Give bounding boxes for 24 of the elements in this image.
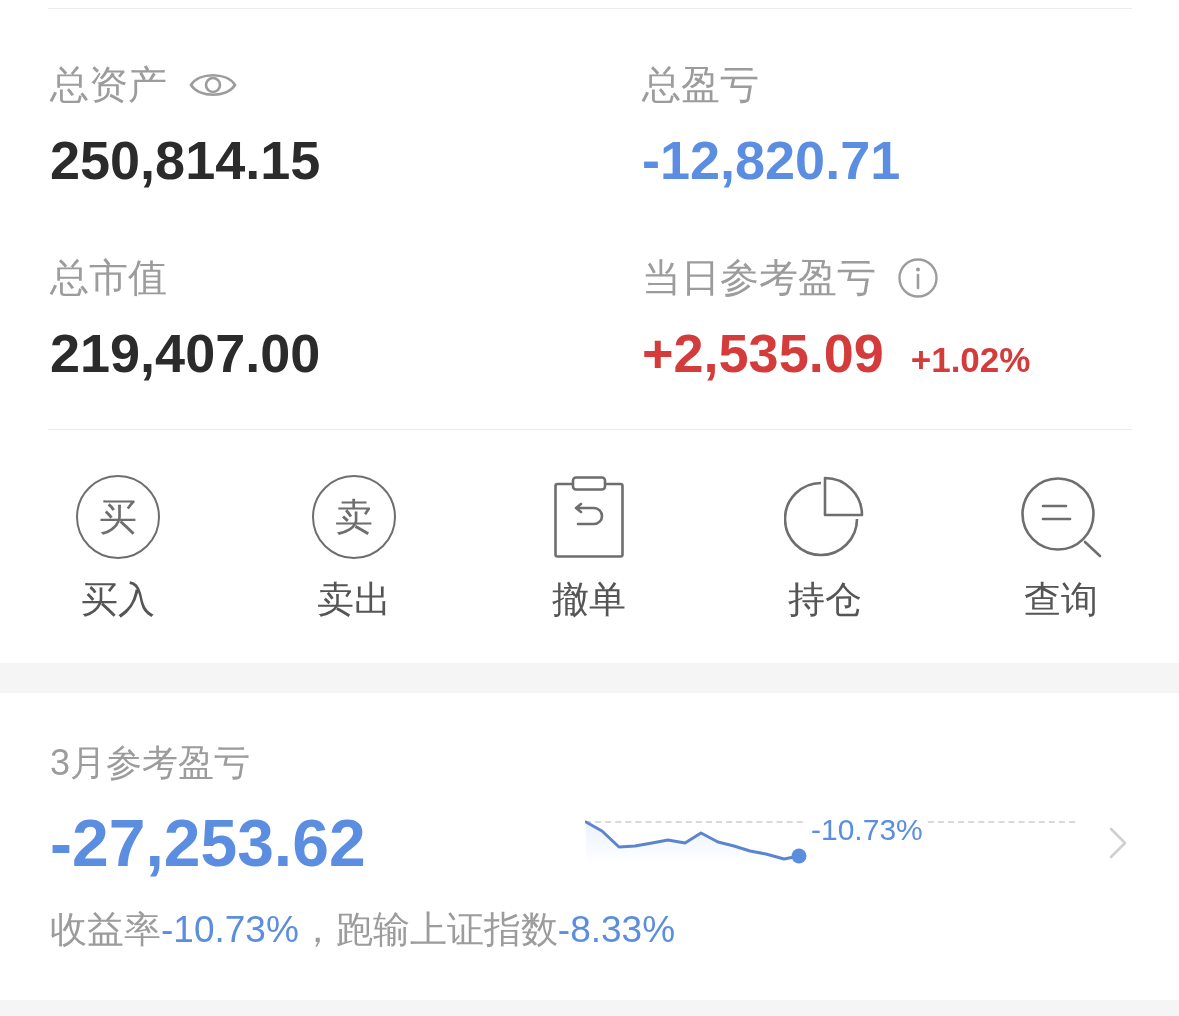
positions-button[interactable]: 持仓 — [784, 474, 867, 622]
stat-label: 当日参考盈亏 — [642, 255, 876, 301]
stat-label: 总市值 — [50, 255, 167, 301]
stat-value: 219,407.00 — [50, 322, 321, 384]
monthly-pnl-value: -27,253.62 — [50, 805, 366, 881]
chevron-right-icon — [1108, 827, 1128, 859]
card-title: 3月参考盈亏 — [50, 741, 251, 785]
stat-label: 总资产 — [50, 62, 167, 108]
sell-character-icon: 卖 — [311, 475, 396, 559]
stat-value: +2,535.09 — [642, 322, 884, 384]
stat-label: 总盈亏 — [642, 62, 759, 108]
buy-button[interactable]: 买 买入 — [75, 474, 160, 622]
return-summary: 收益率-10.73%，跑输上证指数-8.33% — [50, 908, 676, 952]
sell-button[interactable]: 卖 卖出 — [311, 474, 396, 622]
search-icon — [1020, 476, 1103, 558]
buy-character-icon: 买 — [75, 475, 160, 559]
info-icon[interactable] — [898, 258, 938, 298]
query-button[interactable]: 查询 — [1020, 474, 1103, 622]
stat-value: -12,820.71 — [642, 129, 901, 191]
cancel-button[interactable]: 撤单 — [552, 474, 627, 622]
clipboard-undo-icon — [554, 476, 625, 558]
stat-value: 250,814.15 — [50, 129, 321, 191]
change-percent: +1.02% — [910, 340, 1031, 380]
endpoint-marker-icon — [791, 848, 807, 864]
